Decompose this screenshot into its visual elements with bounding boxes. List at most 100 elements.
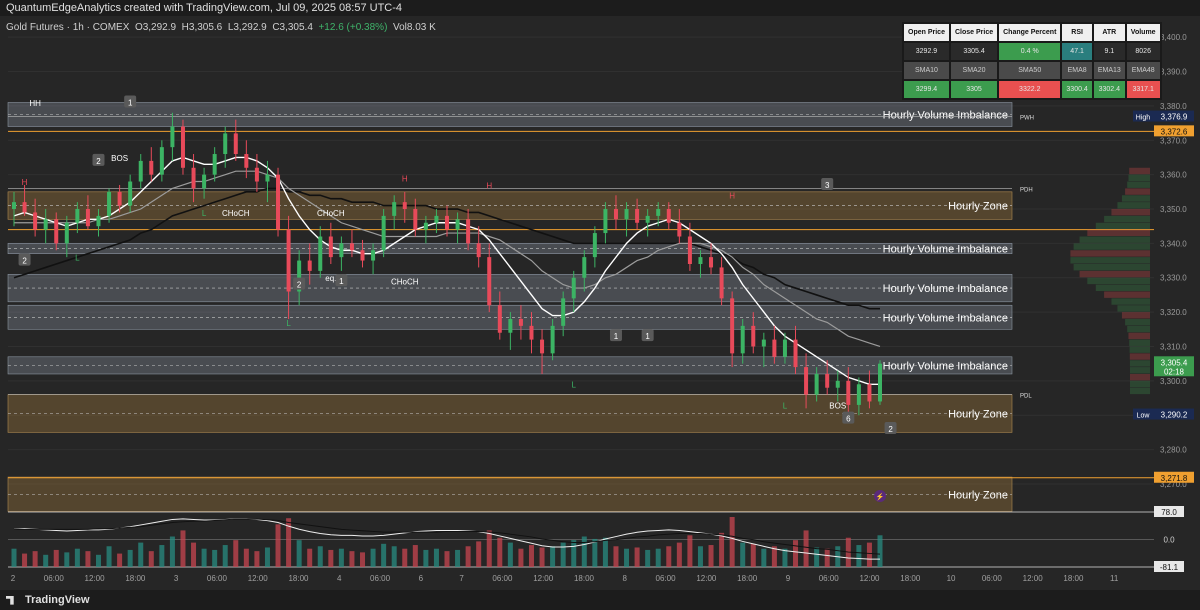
x-tick-label: 06:00 — [207, 574, 228, 583]
volume-bar — [148, 551, 154, 567]
volume-bar — [391, 546, 397, 567]
open-value: O3,292.9 — [134, 22, 177, 33]
stats-table: Open Price Close Price Change Percent RS… — [902, 22, 1162, 100]
candle-body — [286, 229, 291, 292]
volume-bar — [307, 548, 313, 567]
volume-bar — [645, 549, 651, 567]
candle-body — [265, 174, 270, 182]
candle-body — [96, 215, 101, 227]
volume-bar — [803, 530, 809, 567]
x-tick-label: 06:00 — [44, 574, 65, 583]
structure-annotation: L — [783, 401, 788, 410]
tv-logo-icon — [6, 595, 14, 605]
candle-body — [487, 257, 492, 306]
volume-bar — [560, 542, 566, 567]
candle-body — [656, 209, 661, 216]
volume-bar — [729, 517, 735, 567]
candle-body — [835, 380, 840, 388]
volume-bar — [444, 551, 450, 567]
candle-body — [782, 339, 787, 357]
stats-value-sma10: 3299.4 — [904, 81, 949, 98]
structure-annotation: H — [486, 181, 492, 190]
volume-bar — [687, 535, 693, 567]
volume-bar — [581, 536, 587, 567]
stats-header-ema48: EMA48 — [1126, 62, 1160, 79]
x-tick-label: 06:00 — [370, 574, 391, 583]
stats-value-sma20: 3305 — [950, 81, 998, 98]
volume-profile-bar — [1125, 318, 1150, 326]
structure-annotation: CHoCH — [391, 278, 419, 287]
price-label-value: 02:18 — [1164, 367, 1185, 376]
high-value: H3,305.6 — [181, 22, 223, 33]
volume-bar — [423, 549, 429, 567]
stats-header-rsi: RSI — [1062, 24, 1092, 41]
volume-bar — [539, 547, 545, 567]
volume-bar — [676, 542, 682, 567]
volume-profile-bar — [1128, 174, 1150, 182]
stats-header-change: Change Percent — [999, 24, 1061, 41]
volume-bar — [85, 551, 91, 567]
level-tag: PDH — [1020, 187, 1033, 193]
x-tick-label: 12:00 — [248, 574, 269, 583]
candle-body — [202, 174, 207, 189]
x-tick-label: 12:00 — [859, 574, 880, 583]
candle-body — [466, 219, 471, 244]
stats-header-close: Close Price — [950, 24, 998, 41]
y-tick-label: 3,400.0 — [1160, 33, 1187, 42]
candle-body — [719, 267, 724, 299]
volume-bar — [275, 524, 281, 567]
wave-marker-label: 2 — [22, 257, 27, 266]
wave-marker-label: 2 — [888, 425, 893, 434]
volume-bar — [328, 549, 334, 567]
candle-body — [476, 243, 481, 258]
x-tick-label: 9 — [786, 574, 791, 583]
candle-body — [233, 133, 238, 155]
y-tick-label: 3,280.0 — [1160, 446, 1187, 455]
footer-bar — [0, 590, 1200, 610]
candle-body — [328, 236, 333, 258]
price-label-value: 3,376.9 — [1161, 113, 1188, 122]
candle-body — [687, 236, 692, 264]
candle-body — [307, 260, 312, 271]
volume-bar — [64, 552, 70, 567]
candle-body — [603, 209, 608, 234]
y-tick-label: 3,300.0 — [1160, 377, 1187, 386]
volume-bar — [264, 547, 270, 567]
candle-body — [613, 209, 618, 220]
candle-body — [392, 202, 397, 216]
volume-profile-bar — [1117, 305, 1150, 312]
structure-annotation: H — [22, 178, 28, 187]
volume-bar — [201, 548, 207, 567]
candle-body — [223, 133, 228, 155]
structure-annotation: BOS — [111, 154, 128, 163]
volume-bar — [22, 553, 28, 567]
volume-profile-bar — [1129, 360, 1150, 367]
candle-body — [804, 367, 809, 395]
osc-axis-label: 78.0 — [1161, 508, 1177, 517]
x-tick-label: 7 — [459, 574, 464, 583]
candle-body — [318, 236, 323, 271]
volume-profile-bar — [1121, 195, 1150, 202]
candle-body — [793, 339, 798, 368]
volume-bar — [169, 536, 175, 567]
candle-body — [635, 209, 640, 223]
candle-body — [254, 167, 259, 182]
x-tick-label: 18:00 — [574, 574, 595, 583]
x-tick-label: 18:00 — [288, 574, 309, 583]
volume-value: Vol8.03 K — [392, 22, 436, 33]
volume-bar — [32, 551, 38, 567]
structure-annotation: L — [286, 319, 291, 328]
volume-profile-bar — [1073, 264, 1150, 271]
hourly-zone-label: Hourly Zone — [948, 201, 1008, 213]
volume-profile-bar — [1129, 346, 1150, 353]
candle-body — [149, 160, 154, 175]
volume-profile-bar — [1104, 215, 1150, 223]
candle-body — [138, 160, 143, 182]
volume-bar — [222, 545, 228, 567]
level-tag: PWH — [1020, 116, 1034, 122]
candle-body — [445, 215, 449, 230]
volume-bar — [360, 552, 366, 567]
candle-body — [12, 202, 16, 210]
volume-profile-bar — [1104, 291, 1150, 298]
y-tick-label: 3,380.0 — [1160, 102, 1187, 111]
